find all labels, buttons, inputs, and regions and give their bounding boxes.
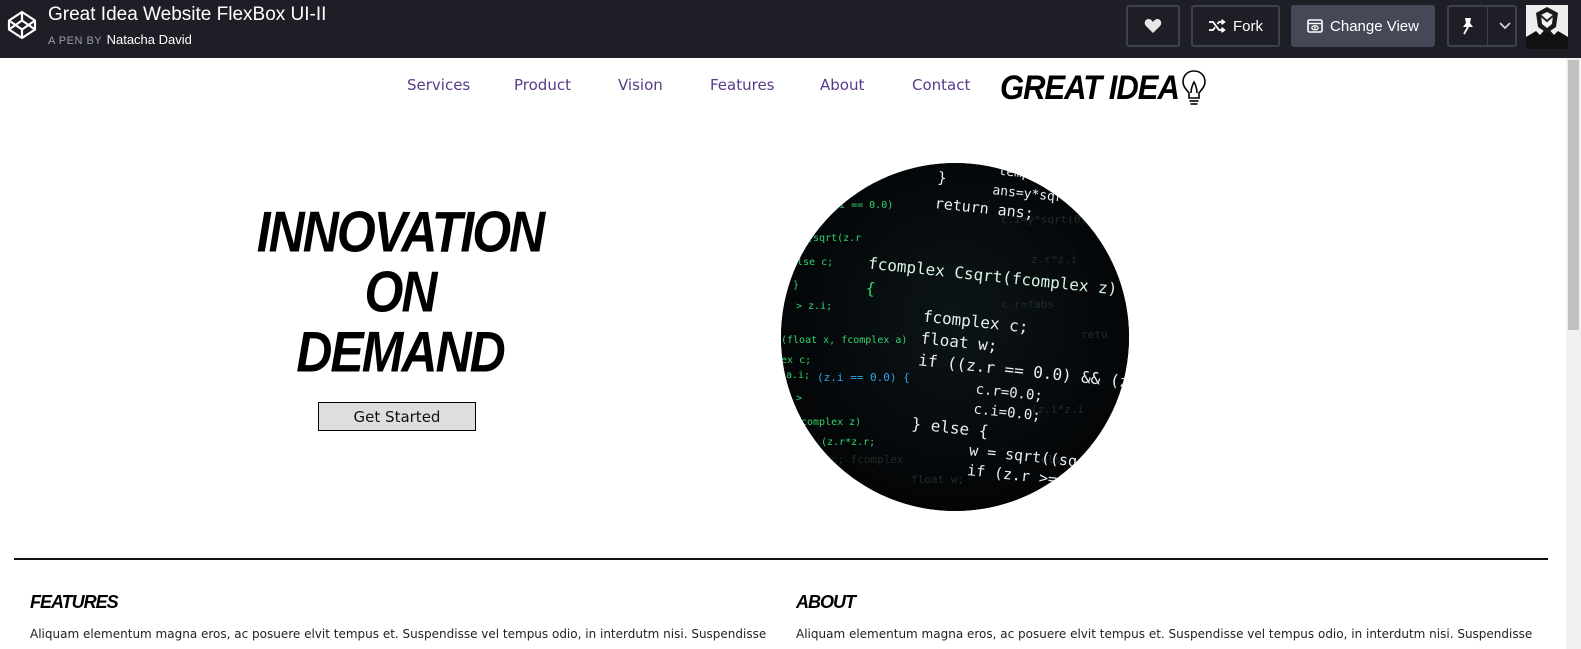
hero-headline-line-2: ON — [364, 259, 438, 325]
hero-headline-line-3: DEMAND — [296, 319, 505, 385]
pin-button[interactable] — [1447, 5, 1517, 47]
svg-text:float c; fcomplex: float c; fcomplex — [791, 453, 904, 466]
chevron-down-icon — [1499, 22, 1511, 30]
code-screen-illustration: c.i=y*sqrt(0.5* z.r*z.i c.r=fabs retu fl… — [781, 163, 1129, 511]
nav-link-contact[interactable]: Contact — [912, 76, 970, 94]
svg-text:complex z): complex z) — [801, 417, 861, 428]
get-started-button[interactable]: Get Started — [318, 402, 476, 431]
features-text: Aliquam elementum magna eros, ac posuere… — [30, 627, 767, 641]
features-heading: FEATURES — [30, 592, 119, 612]
svg-text:}: } — [793, 280, 799, 291]
pen-title: Great Idea Website FlexBox UI-II — [48, 4, 327, 25]
svg-text:float w;: float w; — [911, 473, 964, 486]
about-text: Aliquam elementum magna eros, ac posuere… — [796, 627, 1533, 641]
svg-text:c.r=fabs: c.r=fabs — [1001, 298, 1054, 311]
nav-link-product[interactable]: Product — [514, 76, 571, 94]
pen-byline: A PEN BY Natacha David — [48, 31, 192, 49]
svg-text:(z.i == 0.0): (z.i == 0.0) — [821, 200, 893, 211]
nav-link-features[interactable]: Features — [710, 76, 775, 94]
hero-headline-line-1: INNOVATION — [256, 199, 545, 265]
hero-code-image: c.i=y*sqrt(0.5* z.r*z.i c.r=fabs retu fl… — [781, 163, 1129, 511]
svg-text:a.i;: a.i; — [786, 370, 810, 381]
fork-icon — [1209, 19, 1226, 33]
byline-prefix: A PEN BY — [48, 35, 103, 47]
author-link[interactable]: Natacha David — [107, 32, 192, 47]
svg-text:>: > — [796, 393, 802, 404]
fork-label: Fork — [1233, 17, 1263, 35]
lightbulb-icon — [1182, 70, 1206, 105]
pin-toggle[interactable] — [1449, 7, 1488, 45]
change-view-button[interactable]: Change View — [1291, 5, 1435, 47]
svg-text:> z.i;: > z.i; — [796, 301, 832, 312]
codepen-header: Great Idea Website FlexBox UI-II A PEN B… — [0, 0, 1581, 58]
svg-text:(z.r*z.r;: (z.r*z.r; — [821, 437, 875, 448]
nav-link-services[interactable]: Services — [407, 76, 470, 94]
svg-text:(float x, fcomplex a): (float x, fcomplex a) — [781, 335, 907, 346]
heart-icon — [1144, 19, 1162, 33]
svg-text:z.r*z.i: z.r*z.i — [1031, 253, 1077, 266]
fork-button[interactable]: Fork — [1191, 5, 1280, 47]
heart-button[interactable] — [1126, 5, 1180, 47]
change-view-icon — [1307, 19, 1323, 33]
svg-text:(z.i == 0.0) {: (z.i == 0.0) { — [817, 371, 910, 384]
avatar[interactable] — [1526, 5, 1568, 49]
brand-logo[interactable]: GREAT IDEA — [1000, 68, 1208, 108]
svg-text:{(sqrt(z.r: {(sqrt(z.r — [801, 233, 861, 244]
svg-text:{: { — [865, 278, 877, 298]
page-scrollbar-thumb[interactable] — [1568, 60, 1579, 330]
section-divider — [14, 558, 1548, 560]
change-view-label: Change View — [1330, 17, 1419, 35]
user-avatar-icon — [1526, 5, 1568, 49]
svg-text:}: } — [937, 168, 948, 187]
about-heading: ABOUT — [796, 592, 856, 612]
svg-text:retu: retu — [1081, 328, 1108, 341]
codepen-logo-icon[interactable] — [6, 9, 38, 41]
site-nav: Services Product Vision Features About C… — [0, 76, 1566, 100]
svg-text:else c;: else c; — [791, 257, 833, 268]
pin-icon — [1462, 18, 1473, 35]
nav-link-about[interactable]: About — [820, 76, 864, 94]
brand-name: GREAT IDEA — [1000, 68, 1180, 107]
svg-text:ex c;: ex c; — [781, 355, 811, 366]
pin-dropdown[interactable] — [1495, 7, 1515, 45]
nav-link-vision[interactable]: Vision — [618, 76, 663, 94]
